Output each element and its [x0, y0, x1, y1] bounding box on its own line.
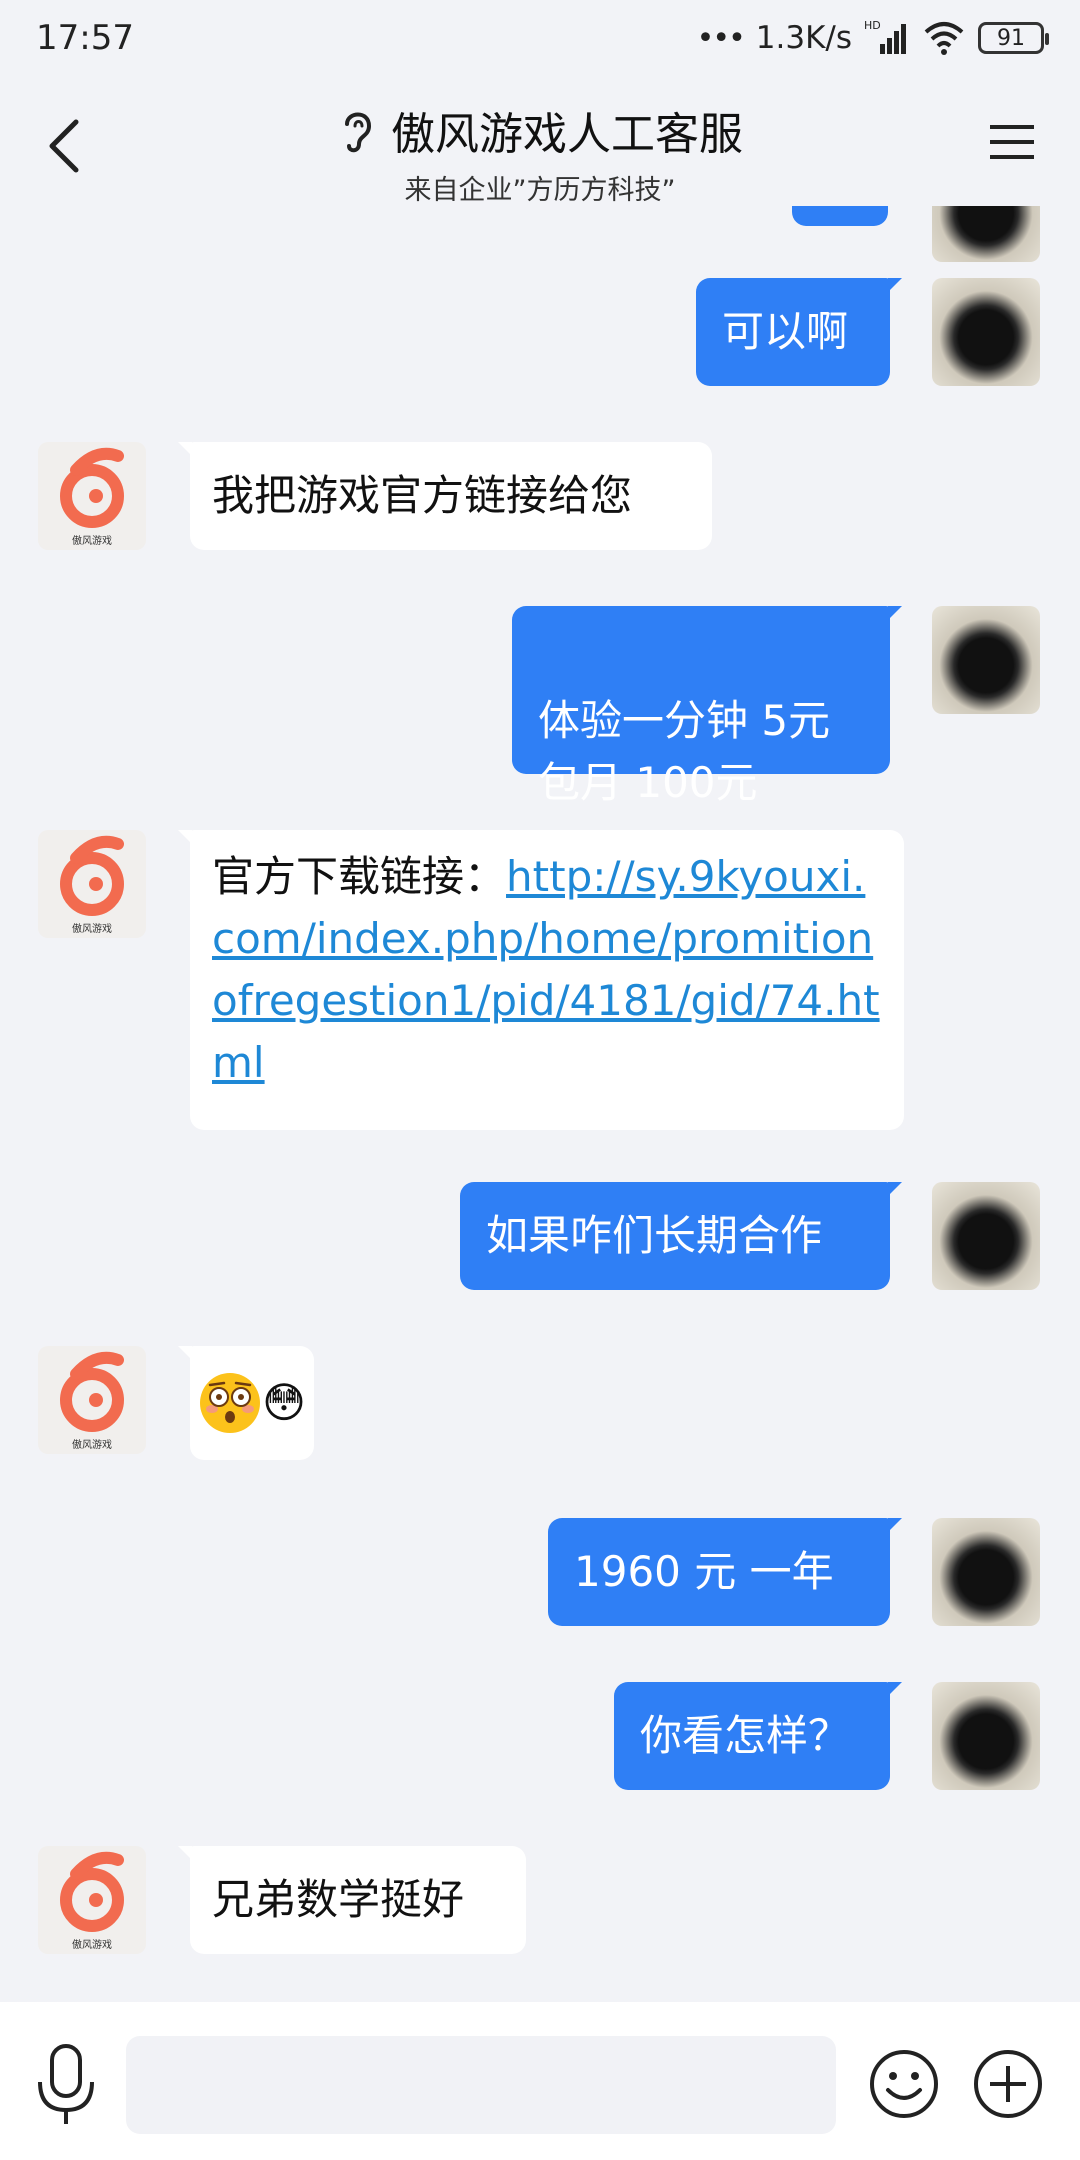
user-avatar[interactable]: [932, 1182, 1040, 1290]
message-bubble-received[interactable]: 兄弟数学挺好: [178, 1846, 526, 1954]
chat-area[interactable]: 可以啊 傲风游戏 我把游戏官方链接给您 体验一分钟 5元 包月 100元 傲风游…: [0, 206, 1080, 2002]
menu-icon[interactable]: [988, 122, 1036, 162]
logo-icon: 傲风游戏: [60, 835, 124, 935]
wifi-icon: [924, 22, 964, 55]
agent-avatar[interactable]: 傲风游戏: [38, 1846, 146, 1954]
user-avatar[interactable]: [932, 278, 1040, 386]
logo-icon: 傲风游戏: [60, 1351, 124, 1451]
title-block: 傲风游戏人工客服 来自企业”方历方科技”: [0, 98, 1080, 207]
agent-avatar[interactable]: 傲风游戏: [38, 830, 146, 938]
page-subtitle: 来自企业”方历方科技”: [404, 175, 676, 206]
message-text: 1960 元 一年: [574, 1547, 834, 1596]
message-text: 体验一分钟 5元 包月 100元: [538, 696, 831, 807]
message-bubble-sent[interactable]: 如果咋们长期合作: [460, 1182, 902, 1290]
logo-icon: 傲风游戏: [60, 447, 124, 547]
message-bubble-sent[interactable]: 体验一分钟 5元 包月 100元: [512, 606, 902, 807]
microphone-icon[interactable]: [34, 2042, 98, 2128]
input-bar: [0, 2002, 1080, 2160]
user-avatar[interactable]: [932, 606, 1040, 714]
message-bubble-partial: [792, 206, 888, 226]
status-dots: •••: [696, 20, 746, 56]
agent-avatar[interactable]: 傲风游戏: [38, 442, 146, 550]
battery-indicator: 91: [978, 22, 1049, 54]
user-avatar[interactable]: [932, 1682, 1040, 1790]
emoji-icon[interactable]: [868, 2048, 940, 2120]
status-bar: 17:57 ••• 1.3K/s HD 91: [0, 0, 1080, 76]
message-text: 兄弟数学挺好: [212, 1875, 465, 1924]
user-avatar[interactable]: [932, 206, 1040, 262]
plus-icon[interactable]: [972, 2048, 1044, 2120]
message-text: 可以啊: [722, 307, 849, 356]
message-bubble-sent[interactable]: 1960 元 一年: [548, 1518, 902, 1626]
message-text: 如果咋们长期合作: [486, 1211, 823, 1260]
user-avatar[interactable]: [932, 1518, 1040, 1626]
page-title: 傲风游戏人工客服: [391, 109, 743, 160]
network-speed: 1.3K/s: [755, 20, 852, 56]
flushed-face-emoji-icon: [200, 1373, 261, 1433]
ear-icon: [345, 112, 372, 153]
svg-text:傲风游戏: 傲风游戏: [72, 534, 112, 547]
message-bubble-received[interactable]: 😳: [178, 1346, 314, 1460]
status-time: 17:57: [36, 18, 134, 58]
message-text: 你看怎样？: [640, 1711, 851, 1760]
status-indicators: ••• 1.3K/s HD 91: [696, 16, 1049, 60]
message-bubble-received[interactable]: 官方下载链接：http://sy.9kyouxi.com/index.php/h…: [178, 830, 904, 1130]
svg-text:傲风游戏: 傲风游戏: [72, 1938, 112, 1951]
message-text: 官方下载链接：: [212, 852, 507, 901]
message-text: 我把游戏官方链接给您: [212, 471, 633, 520]
svg-text:HD: HD: [864, 19, 881, 32]
message-bubble-sent[interactable]: 你看怎样？: [614, 1682, 902, 1790]
svg-text:傲风游戏: 傲风游戏: [72, 922, 112, 935]
signal-icon: HD: [864, 19, 906, 54]
message-bubble-sent[interactable]: 可以啊: [696, 278, 902, 386]
message-bubble-received[interactable]: 我把游戏官方链接给您: [178, 442, 712, 550]
chat-header: 傲风游戏人工客服 来自企业”方历方科技”: [0, 76, 1080, 206]
svg-text:傲风游戏: 傲风游戏: [72, 1438, 112, 1451]
agent-avatar[interactable]: 傲风游戏: [38, 1346, 146, 1454]
logo-icon: 傲风游戏: [60, 1851, 124, 1951]
message-input[interactable]: [126, 2036, 836, 2134]
